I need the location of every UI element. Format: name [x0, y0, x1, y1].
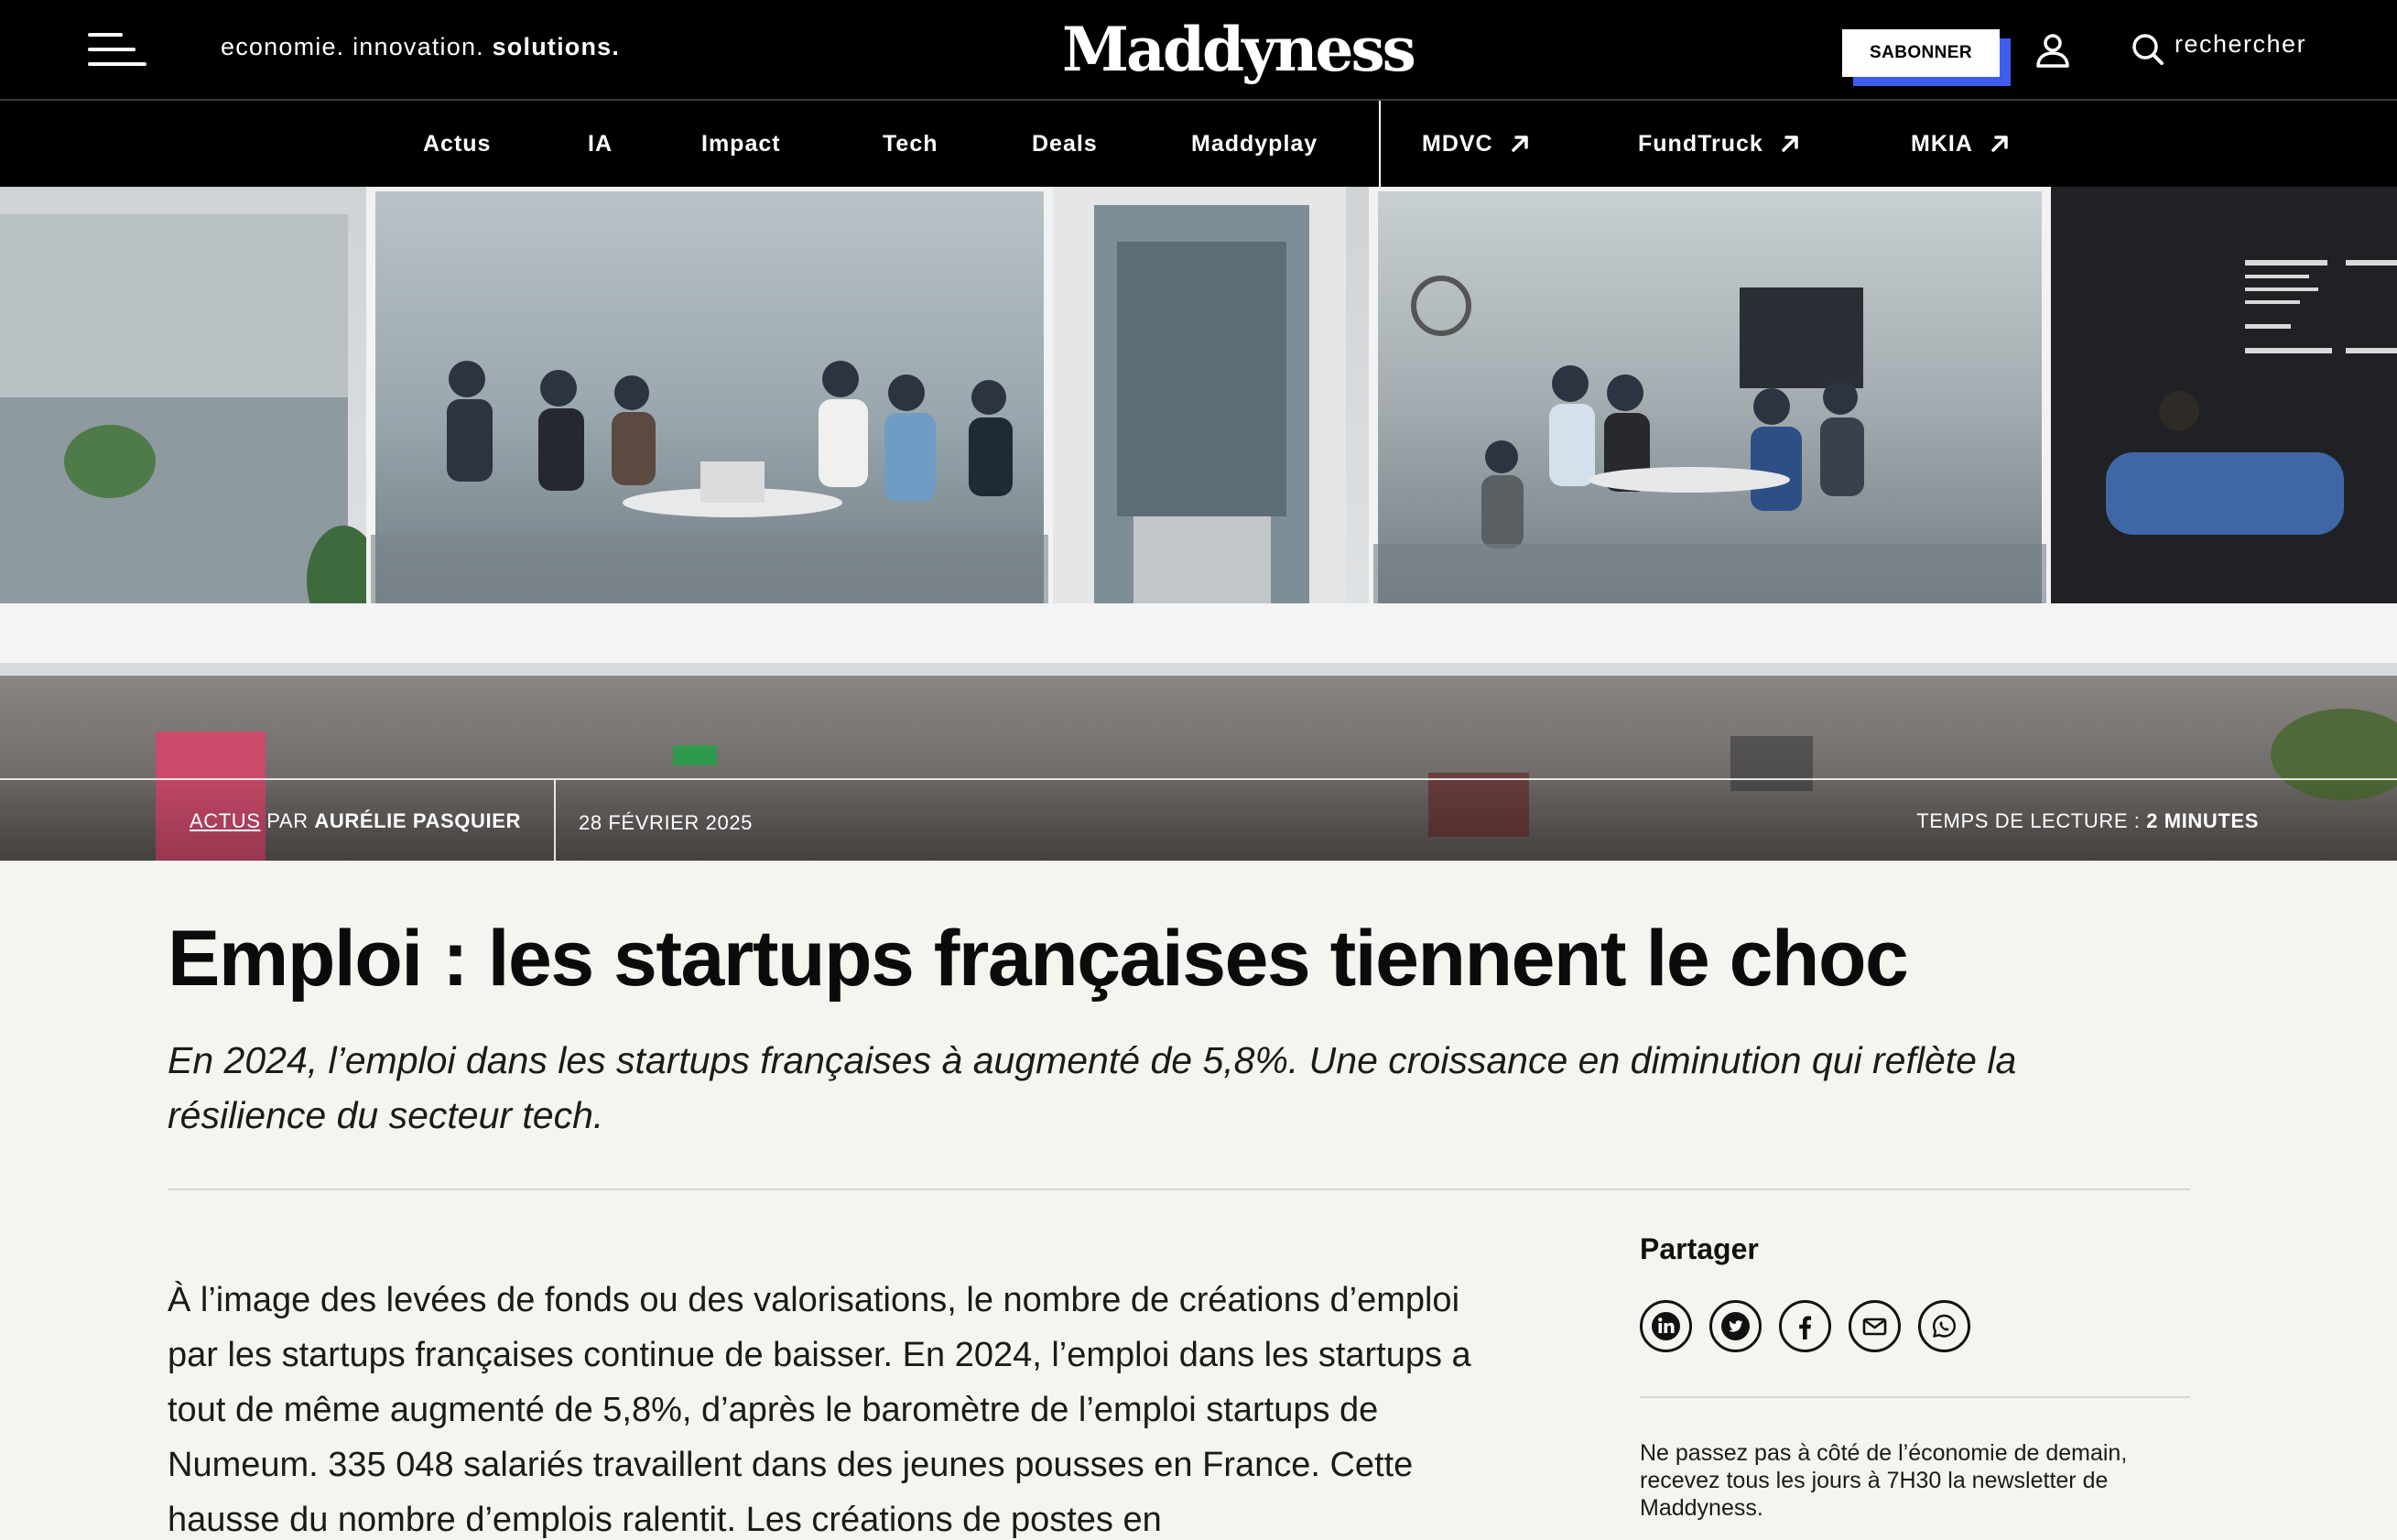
- nav-item-mdvc[interactable]: MDVC: [1422, 101, 1530, 187]
- share-buttons: [1640, 1300, 1970, 1352]
- newsletter-text: Ne passez pas à côté de l’économie de de…: [1640, 1440, 2128, 1521]
- share-twitter-button[interactable]: [1709, 1300, 1762, 1352]
- subscribe-button[interactable]: SABONNER: [1842, 29, 2000, 77]
- nav-label: FundTruck: [1638, 130, 1763, 157]
- share-linkedin-button[interactable]: [1640, 1300, 1692, 1352]
- share-facebook-button[interactable]: [1779, 1300, 1831, 1352]
- article-body: À l’image des levées de fonds ou des val…: [168, 1281, 1471, 1539]
- article-lead: En 2024, l’emploi dans les startups fran…: [168, 1039, 2017, 1136]
- publish-date: 28 FÉVRIER 2025: [579, 811, 753, 834]
- hero-photo: [0, 187, 2397, 861]
- nav-label: Actus: [423, 130, 492, 157]
- twitter-icon: [1721, 1312, 1750, 1340]
- whatsapp-icon: [1933, 1314, 1956, 1338]
- subscribe-button-wrapper: SABONNER: [1842, 29, 2011, 86]
- nav-item-mkia[interactable]: MKIA: [1911, 101, 2010, 187]
- reading-time-label: TEMPS DE LECTURE :: [1916, 809, 2141, 832]
- facebook-icon: [1799, 1316, 1812, 1339]
- reading-time: TEMPS DE LECTURE : 2 MINUTES: [1916, 809, 2259, 833]
- byline-by: PAR: [266, 809, 309, 832]
- article-byline: ACTUS PAR AURÉLIE PASQUIER: [190, 809, 521, 833]
- category-link[interactable]: ACTUS: [190, 809, 261, 832]
- nav-label: Deals: [1032, 130, 1098, 157]
- nav-item-maddyplay[interactable]: Maddyplay: [1191, 101, 1318, 187]
- nav-item-fundtruck[interactable]: FundTruck: [1638, 101, 1800, 187]
- reading-time-value: 2 MINUTES: [2146, 809, 2259, 832]
- nav-label: Maddyplay: [1191, 130, 1318, 157]
- hero-image: ACTUS PAR AURÉLIE PASQUIER 28 FÉVRIER 20…: [0, 187, 2397, 861]
- meta-divider: [554, 780, 556, 861]
- share-whatsapp-button[interactable]: [1918, 1300, 1970, 1352]
- author-name[interactable]: AURÉLIE PASQUIER: [314, 809, 521, 832]
- share-email-button[interactable]: [1849, 1300, 1901, 1352]
- arrow-up-right-icon: [1511, 136, 1528, 152]
- tagline: economie. innovation. solutions.: [221, 33, 620, 61]
- arrow-up-right-icon: [1991, 136, 2008, 152]
- header-divider: [168, 1188, 2190, 1190]
- nav-item-deals[interactable]: Deals: [1032, 101, 1098, 187]
- top-bar: economie. innovation. solutions. Maddyne…: [0, 0, 2397, 101]
- nav-label: Impact: [701, 130, 781, 157]
- nav-item-tech[interactable]: Tech: [883, 101, 938, 187]
- arrow-up-right-icon: [1782, 136, 1798, 152]
- nav-label: MKIA: [1911, 130, 1973, 157]
- linkedin-icon: [1652, 1312, 1680, 1340]
- article-meta-bar: ACTUS PAR AURÉLIE PASQUIER 28 FÉVRIER 20…: [0, 778, 2397, 861]
- nav-item-actus[interactable]: Actus: [423, 101, 491, 187]
- nav-label: IA: [588, 130, 613, 157]
- nav-divider: [1379, 101, 1381, 187]
- tagline-prefix: economie. innovation.: [221, 33, 484, 60]
- main-nav: Actus IA Impact Tech Deals Maddyplay MDV…: [0, 101, 2397, 187]
- nav-label: Tech: [883, 130, 938, 157]
- search-label[interactable]: rechercher: [2175, 30, 2306, 59]
- nav-item-impact[interactable]: Impact: [701, 101, 781, 187]
- site-logo[interactable]: Maddyness: [1062, 13, 1416, 86]
- share-title: Partager: [1640, 1232, 1759, 1265]
- user-icon[interactable]: [2034, 32, 2071, 69]
- search-icon[interactable]: [2131, 33, 2164, 66]
- menu-icon[interactable]: [88, 31, 150, 68]
- email-icon: [1862, 1318, 1887, 1336]
- sidebar-divider: [1640, 1396, 2190, 1398]
- article-title: Emploi : les startups françaises tiennen…: [168, 915, 1909, 1003]
- nav-label: MDVC: [1422, 130, 1493, 157]
- tagline-bold: solutions.: [492, 33, 621, 60]
- nav-item-ia[interactable]: IA: [588, 101, 613, 187]
